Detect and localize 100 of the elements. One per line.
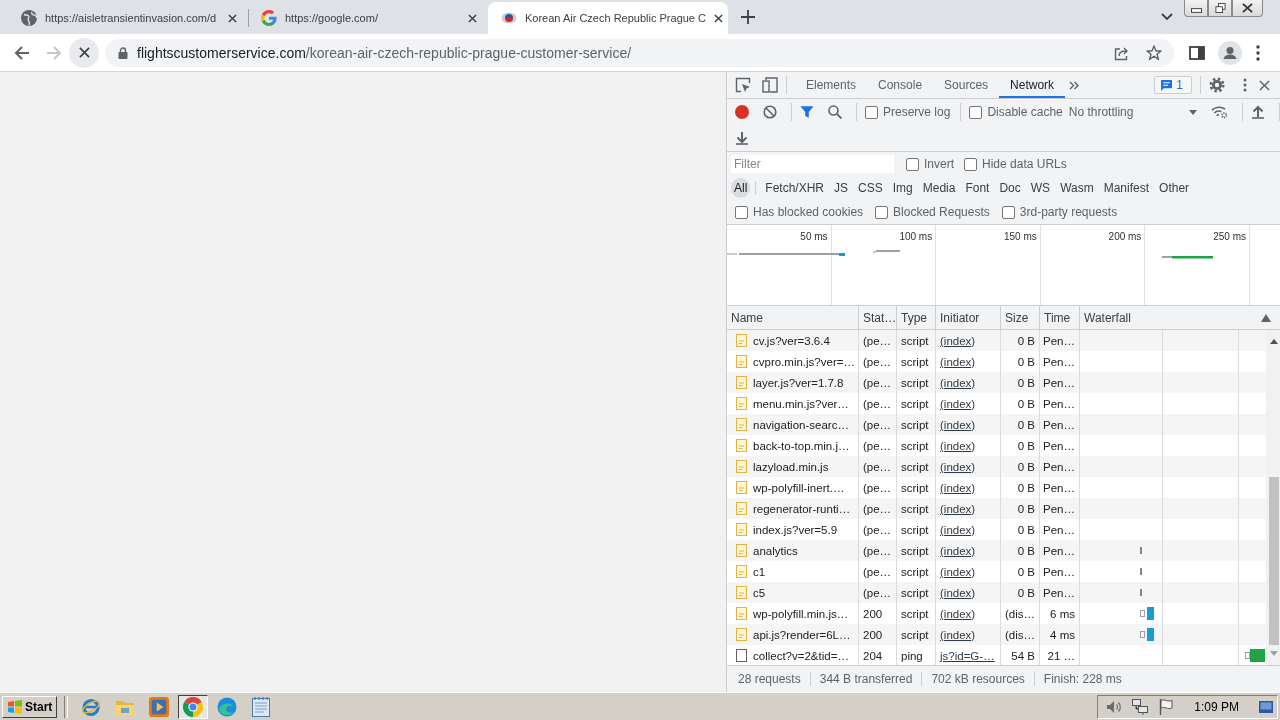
checkbox[interactable] [906, 157, 919, 171]
waterfall-bar [1140, 607, 1154, 620]
device-toolbar-icon[interactable] [762, 77, 778, 93]
checkbox[interactable] [964, 157, 977, 171]
request-timeline-bar [1162, 256, 1213, 259]
stop-button[interactable] [69, 37, 99, 68]
menu-icon[interactable] [1256, 44, 1260, 61]
back-arrow-icon[interactable] [14, 44, 30, 61]
status-text: Finish: 228 ms [1042, 672, 1123, 686]
column-header[interactable]: Stat… [859, 306, 897, 329]
dropdown-arrow-icon [1189, 109, 1198, 115]
more-tabs-icon[interactable] [1069, 80, 1080, 90]
flag-icon[interactable] [1158, 698, 1175, 715]
type-filter-button[interactable]: Media [918, 178, 962, 198]
tab-title: Korean Air Czech Republic Prague C [525, 12, 706, 24]
profile-avatar-icon[interactable] [1218, 40, 1242, 65]
close-icon[interactable] [468, 13, 477, 23]
issues-button[interactable]: 1 [1154, 76, 1192, 94]
type-filter-button[interactable]: WS [1026, 178, 1057, 198]
inspect-element-icon[interactable] [735, 77, 751, 93]
close-icon[interactable] [1259, 79, 1270, 91]
type-filter-button[interactable]: Other [1155, 178, 1196, 198]
browser-tab[interactable]: https://aisletransientinvasion.com/d [8, 2, 248, 34]
chevron-down-icon[interactable] [1161, 13, 1173, 21]
document-icon [736, 649, 747, 662]
checkbox[interactable] [735, 205, 748, 219]
search-icon[interactable] [828, 105, 842, 119]
type-filter-button[interactable]: JS [830, 178, 855, 198]
type-filter-button[interactable]: Manifest [1099, 178, 1156, 198]
address-bar[interactable]: flightscustomerservice.com/korean-air-czech-republic-prague-customer-service/ [105, 38, 1174, 67]
request-row[interactable]: c5 (pe… script (index) 0 B Pen… [727, 582, 1266, 603]
filter-icon[interactable] [800, 105, 814, 119]
script-file-icon [736, 397, 747, 410]
menu-icon[interactable] [1243, 78, 1247, 92]
type-filter-button[interactable]: CSS [854, 178, 889, 198]
type-filter-button[interactable]: All [731, 178, 751, 198]
status-text: 344 B transferred [810, 672, 923, 686]
record-button[interactable] [735, 105, 749, 119]
type-filter-button[interactable]: Doc [995, 178, 1027, 198]
request-row[interactable]: layer.js?ver=1.7.8 (pe… script (index) 0 B Pen… [727, 372, 1266, 393]
column-header[interactable]: Name [727, 306, 859, 329]
minimize-button[interactable] [1184, 0, 1208, 17]
request-row[interactable]: cv.js?ver=3.6.4 (pe… script (index) 0 B Pen… [727, 330, 1266, 351]
close-window-button[interactable] [1232, 0, 1263, 17]
sort-ascending-icon[interactable] [1261, 313, 1271, 322]
browser-tab[interactable]: Korean Air Czech Republic Prague C [488, 2, 728, 34]
taskbar-button[interactable] [178, 694, 209, 719]
file-name: cvpro.min.js?ver=… [753, 355, 855, 368]
panel-tab[interactable]: Network [999, 72, 1066, 98]
request-row[interactable]: navigation-searc… (pe… script (index) 0 B Pen… [727, 414, 1266, 435]
network-icon[interactable] [1132, 698, 1149, 715]
checkbox[interactable] [969, 105, 983, 119]
settings-icon[interactable] [1209, 77, 1225, 93]
filter-input[interactable]: Filter [731, 155, 894, 173]
star-icon[interactable] [1146, 44, 1162, 61]
checkbox-label: Preserve log [883, 105, 951, 119]
column-header[interactable]: Type [897, 306, 936, 329]
letter-g-icon [261, 10, 277, 26]
time-tick-label: 250 ms [1213, 231, 1246, 242]
url-text[interactable]: flightscustomerservice.com/korean-air-czech-republic-prague-customer-service/ [137, 44, 632, 61]
download-icon[interactable] [735, 131, 749, 145]
show-desktop-icon[interactable] [1259, 700, 1273, 713]
upload-icon[interactable] [1251, 105, 1266, 119]
checkbox-label: 3rd-party requests [1019, 205, 1118, 219]
checkbox[interactable] [875, 205, 889, 219]
checkbox[interactable] [1001, 205, 1015, 219]
panel-tab[interactable]: Console [867, 72, 934, 98]
request-row[interactable]: lazyload.min.js (pe… script (index) 0 B Pen… [727, 456, 1266, 477]
column-header[interactable]: Initiator [936, 306, 1001, 329]
request-row[interactable]: regenerator-runti… (pe… script (index) 0 B Pen… [727, 498, 1266, 519]
panel-tab[interactable]: Elements [795, 72, 868, 98]
type-filter-button[interactable]: Img [888, 178, 919, 198]
checkbox[interactable] [865, 105, 878, 119]
throttling-dropdown[interactable]: No throttling [1068, 105, 1198, 119]
close-icon[interactable] [228, 13, 237, 23]
request-row[interactable]: analytics (pe… script (index) 0 B Pen… [727, 540, 1266, 561]
column-header[interactable]: Time [1040, 306, 1080, 329]
panel-tab[interactable]: Sources [933, 72, 1000, 98]
network-conditions-icon[interactable] [1211, 105, 1229, 119]
script-file-icon [736, 607, 747, 620]
start-button[interactable]: Start [2, 695, 58, 718]
type-filter-button[interactable]: Fetch/XHR [761, 178, 831, 198]
side-panel-icon[interactable] [1189, 45, 1205, 60]
initiator-link[interactable]: js?id=G-… [936, 645, 1001, 665]
scroll-up-icon[interactable] [1269, 339, 1278, 344]
type-filter-button[interactable]: Font [961, 178, 996, 198]
column-header[interactable]: Size [1001, 306, 1040, 329]
scrollbar[interactable] [1266, 330, 1280, 665]
clock-time[interactable]: 1:09 PM [1194, 699, 1239, 714]
file-name: wp-polyfill-inert.… [753, 481, 845, 494]
clear-icon[interactable] [763, 105, 777, 119]
close-icon[interactable] [714, 13, 723, 23]
column-header[interactable]: Waterfall [1084, 310, 1131, 325]
script-file-icon [736, 439, 747, 452]
plus-icon[interactable] [741, 10, 755, 24]
scrollbar-thumb[interactable] [1268, 477, 1279, 645]
file-name: regenerator-runti… [753, 502, 851, 515]
type-filter-button[interactable]: Wasm [1056, 178, 1100, 198]
restore-button[interactable] [1208, 0, 1232, 17]
request-row[interactable]: api.js?render=6L… 200 script (index) (dis… 4 ms [727, 624, 1266, 645]
